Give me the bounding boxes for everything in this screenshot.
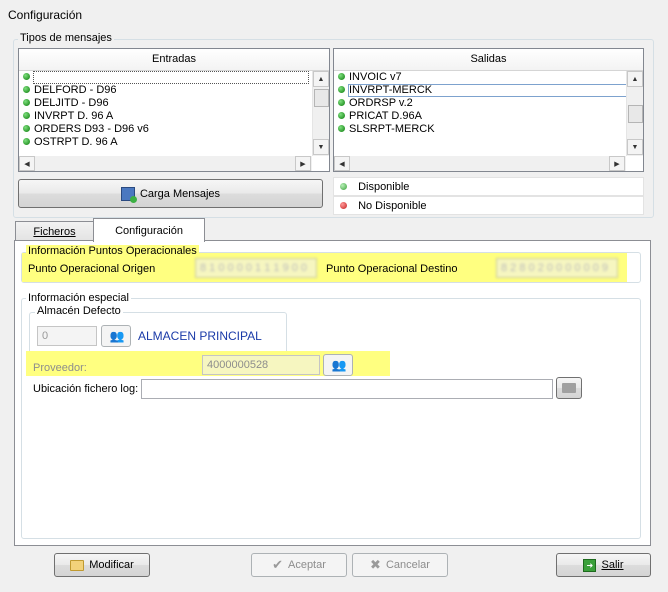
origen-field[interactable]: 8 1 0 0 0 0 1 1 1 9 0 0 xyxy=(195,258,317,278)
tab-configuracion[interactable]: Configuración xyxy=(93,218,205,242)
check-icon: ✔ xyxy=(272,557,283,572)
list-item[interactable]: ORDRSP v.2 xyxy=(336,97,626,110)
window-title: Configuración xyxy=(0,0,668,30)
salidas-hscrollbar[interactable]: ◀ ▶ xyxy=(334,156,626,171)
salidas-list[interactable]: Salidas INVOIC v7 INVRPT-MERCK ORDRSP v.… xyxy=(333,48,644,172)
legend-disponible: Disponible xyxy=(333,177,644,196)
destino-field[interactable]: 8 2 8 0 2 0 0 0 0 0 0 9 xyxy=(496,258,618,278)
proveedor-label: Proveedor: xyxy=(33,362,87,374)
aceptar-button[interactable]: ✔ Aceptar xyxy=(251,553,347,577)
scroll-down-icon[interactable]: ▼ xyxy=(313,139,329,155)
almacen-legend: Almacén Defecto xyxy=(35,305,123,317)
status-dot-icon xyxy=(338,72,345,80)
list-item[interactable]: INVRPT-MERCK xyxy=(336,84,627,97)
folder-open-icon xyxy=(562,383,576,393)
scroll-left-icon[interactable]: ◀ xyxy=(19,156,35,171)
tipos-mensajes-legend: Tipos de mensajes xyxy=(18,32,114,44)
scroll-right-icon[interactable]: ▶ xyxy=(295,156,311,171)
carga-mensajes-button[interactable]: Carga Mensajes xyxy=(18,179,323,208)
focus-rect xyxy=(33,71,309,84)
scroll-thumb[interactable] xyxy=(314,89,329,107)
list-item[interactable]: DELFORD - D96 xyxy=(21,84,311,97)
legend-no-disponible: No Disponible xyxy=(333,196,644,215)
scroll-up-icon[interactable]: ▲ xyxy=(313,71,329,87)
log-label: Ubicación fichero log: xyxy=(33,383,139,395)
entradas-list[interactable]: Entradas DELFORD - D96 DELJITD - D96 INV… xyxy=(18,48,330,172)
log-input[interactable] xyxy=(141,379,553,399)
list-item[interactable]: DELJITD - D96 xyxy=(21,97,311,110)
scroll-left-icon[interactable]: ◀ xyxy=(334,156,350,171)
status-dot-icon xyxy=(338,111,345,119)
status-dot-icon xyxy=(23,85,30,93)
log-browse-button[interactable] xyxy=(556,377,582,399)
available-dot-icon xyxy=(340,182,347,190)
almacen-search-button[interactable]: 👥 xyxy=(101,325,131,347)
status-dot-icon xyxy=(23,111,30,119)
especial-legend: Información especial xyxy=(26,292,131,304)
tab-ficheros[interactable]: Ficheros xyxy=(15,221,94,241)
puntos-legend: Información Puntos Operacionales xyxy=(26,245,199,257)
list-item[interactable]: SLSRPT-MERCK xyxy=(336,123,626,136)
binoculars-icon: 👥 xyxy=(331,358,347,372)
scroll-right-icon[interactable]: ▶ xyxy=(609,156,625,171)
almacen-input[interactable]: 0 xyxy=(37,326,97,346)
list-item[interactable] xyxy=(21,71,311,84)
proveedor-input[interactable]: 4000000528 xyxy=(202,355,320,375)
entradas-vscrollbar[interactable]: ▲ ▼ xyxy=(312,71,329,156)
almacen-name: ALMACEN PRINCIPAL xyxy=(138,329,262,343)
cancel-x-icon: ✖ xyxy=(370,557,381,572)
status-dot-icon xyxy=(23,124,30,132)
entradas-hscrollbar[interactable]: ◀ ▶ xyxy=(19,156,312,171)
list-item[interactable]: ORDERS D93 - D96 v6 xyxy=(21,123,311,136)
salidas-vscrollbar[interactable]: ▲ ▼ xyxy=(626,71,643,156)
scroll-down-icon[interactable]: ▼ xyxy=(627,139,643,155)
load-messages-icon xyxy=(120,186,137,203)
scroll-up-icon[interactable]: ▲ xyxy=(627,71,643,87)
scroll-thumb[interactable] xyxy=(628,105,643,123)
list-item[interactable]: INVRPT D. 96 A xyxy=(21,110,311,123)
binoculars-icon: 👥 xyxy=(109,329,125,343)
entradas-items: DELFORD - D96 DELJITD - D96 INVRPT D. 96… xyxy=(21,71,311,149)
exit-door-icon: ➜ xyxy=(583,558,597,572)
entradas-header[interactable]: Entradas xyxy=(19,49,329,71)
status-dot-icon xyxy=(338,85,345,93)
status-dot-icon xyxy=(338,98,345,106)
list-item[interactable]: INVOIC v7 xyxy=(336,71,626,84)
destino-label: Punto Operacional Destino xyxy=(326,263,458,275)
salidas-items: INVOIC v7 INVRPT-MERCK ORDRSP v.2 PRICAT… xyxy=(336,71,627,136)
status-dot-icon xyxy=(23,72,30,80)
folder-icon xyxy=(70,559,85,571)
list-item[interactable]: OSTRPT D. 96 A xyxy=(21,136,311,149)
salir-button[interactable]: ➜ Salir xyxy=(556,553,651,577)
status-dot-icon xyxy=(23,137,30,145)
modificar-button[interactable]: Modificar xyxy=(54,553,150,577)
proveedor-search-button[interactable]: 👥 xyxy=(323,354,353,376)
status-dot-icon xyxy=(338,124,345,132)
cancelar-button[interactable]: ✖ Cancelar xyxy=(352,553,448,577)
selection-rect xyxy=(348,84,627,97)
list-item[interactable]: PRICAT D.96A xyxy=(336,110,626,123)
status-dot-icon xyxy=(23,98,30,106)
unavailable-dot-icon xyxy=(340,201,347,209)
salidas-header[interactable]: Salidas xyxy=(334,49,643,71)
origen-label: Punto Operacional Origen xyxy=(28,263,156,275)
